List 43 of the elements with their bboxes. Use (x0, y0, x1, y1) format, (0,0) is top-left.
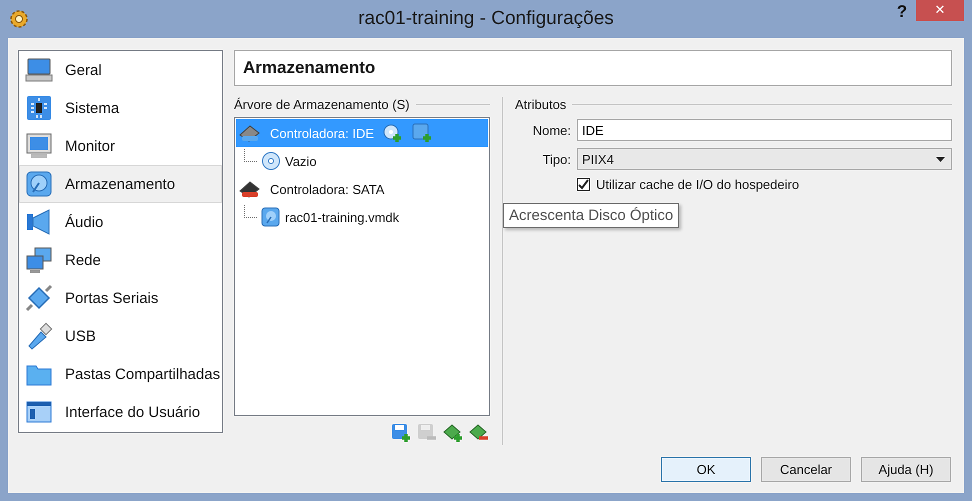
sidebar-item[interactable]: Rede (19, 241, 222, 279)
tree-item[interactable]: Vazio (236, 147, 488, 175)
help-button[interactable]: ? (888, 2, 916, 22)
dialog-button[interactable]: OK (661, 457, 751, 482)
add-controller-icon[interactable] (391, 423, 411, 443)
gear-icon (9, 9, 29, 29)
sidebar-item[interactable]: Sistema (19, 89, 222, 127)
field-label: Tipo: (542, 152, 571, 166)
sidebar-item[interactable]: Interface do Usuário (19, 393, 222, 431)
sidebar-item[interactable]: Pastas Compartilhadas (19, 355, 222, 393)
remove-attachment-icon[interactable] (469, 423, 489, 443)
dropdown-arrow-icon (936, 156, 945, 162)
connector-icon (25, 284, 53, 312)
sidebar-item[interactable]: Áudio (19, 203, 222, 241)
add-attachment-icon[interactable] (443, 423, 463, 443)
checkbox[interactable] (577, 178, 590, 191)
sidebar-item[interactable]: Monitor (19, 127, 222, 165)
page-title: Armazenamento (234, 50, 952, 86)
controller-icon (238, 123, 262, 143)
type-dropdown[interactable]: PIIX4 (577, 148, 952, 170)
field-label: Nome: (532, 122, 571, 138)
controller-icon (238, 179, 262, 199)
name-field[interactable]: IDE (577, 119, 952, 141)
add-optical-icon[interactable] (382, 123, 402, 143)
sidebar-item[interactable]: Armazenamento (19, 165, 222, 203)
sidebar-item[interactable]: Portas Seriais (19, 279, 222, 317)
chip-icon (25, 94, 53, 122)
sidebar-item[interactable]: Geral (19, 51, 222, 89)
monitor-icon (25, 56, 53, 84)
tooltip: Acrescenta Disco Óptico (503, 203, 680, 228)
group-label: Atributos (515, 96, 566, 112)
tree-item[interactable]: Controladora: SATA (236, 175, 488, 203)
close-button[interactable]: ✕ (916, 0, 964, 21)
tree-item[interactable]: rac01-training.vmdk (236, 203, 488, 231)
checkbox-label: Utilizar cache de I/O do hospedeiro (596, 177, 800, 192)
dialog-button[interactable]: Cancelar (761, 457, 851, 482)
sidebar-item[interactable]: USB (19, 317, 222, 355)
disc-icon (261, 151, 281, 171)
group-label: Árvore de Armazenamento (S) (234, 96, 410, 112)
monitor-icon (25, 132, 53, 160)
network-icon (25, 246, 53, 274)
dialog-button[interactable]: Ajuda (H) (861, 457, 951, 482)
window-title: rac01-training - Configurações (357, 8, 615, 30)
